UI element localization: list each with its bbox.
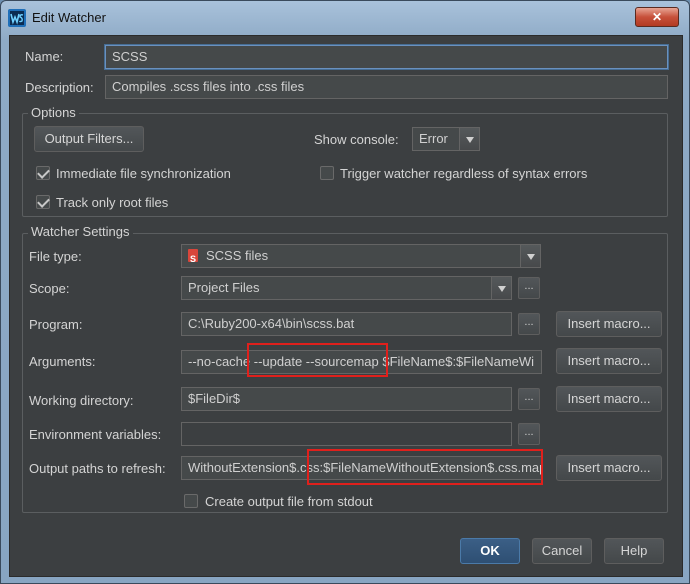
options-group-title: Options bbox=[28, 105, 79, 120]
scope-select[interactable]: Project Files bbox=[181, 276, 512, 300]
scope-browse-button[interactable]: ... bbox=[518, 277, 540, 299]
file-type-label: File type: bbox=[29, 249, 82, 264]
description-input[interactable]: Compiles .scss files into .css files bbox=[105, 75, 668, 99]
program-input[interactable]: C:\Ruby200-x64\bin\scss.bat bbox=[181, 312, 512, 336]
working-directory-label: Working directory: bbox=[29, 393, 134, 408]
output-filters-button[interactable]: Output Filters... bbox=[34, 126, 144, 152]
watcher-settings-group-title: Watcher Settings bbox=[28, 224, 133, 239]
cancel-button[interactable]: Cancel bbox=[532, 538, 592, 564]
arguments-input[interactable]: --no-cache --update --sourcemap $FileNam… bbox=[181, 350, 542, 374]
program-insert-macro-button[interactable]: Insert macro... bbox=[556, 311, 662, 337]
window-title: Edit Watcher bbox=[32, 10, 106, 25]
environment-variables-input[interactable] bbox=[181, 422, 512, 446]
show-console-select[interactable]: Error bbox=[412, 127, 480, 151]
trigger-watcher-label: Trigger watcher regardless of syntax err… bbox=[340, 166, 588, 181]
output-paths-input[interactable]: WithoutExtension$.css:$FileNameWithoutEx… bbox=[181, 456, 542, 480]
program-browse-button[interactable]: ... bbox=[518, 313, 540, 335]
chevron-down-icon[interactable] bbox=[491, 277, 511, 299]
title-bar[interactable]: Edit Watcher ✕ bbox=[1, 1, 689, 35]
scope-value: Project Files bbox=[188, 280, 260, 295]
ok-button[interactable]: OK bbox=[460, 538, 520, 564]
close-button[interactable]: ✕ bbox=[635, 7, 679, 27]
edit-watcher-window: Edit Watcher ✕ Name: SCSS Description: C… bbox=[0, 0, 690, 584]
immediate-sync-label: Immediate file synchronization bbox=[56, 166, 231, 181]
create-output-checkbox[interactable] bbox=[184, 494, 198, 508]
dialog-body: Name: SCSS Description: Compiles .scss f… bbox=[9, 35, 683, 577]
chevron-down-icon[interactable] bbox=[459, 128, 479, 150]
name-label: Name: bbox=[25, 49, 64, 64]
description-label: Description: bbox=[25, 80, 94, 95]
program-label: Program: bbox=[29, 317, 83, 332]
trigger-watcher-checkbox[interactable] bbox=[320, 166, 334, 180]
scope-label: Scope: bbox=[29, 281, 70, 296]
show-console-label: Show console: bbox=[314, 132, 399, 147]
immediate-sync-checkbox[interactable] bbox=[36, 166, 50, 180]
arguments-label: Arguments: bbox=[29, 354, 96, 369]
scss-file-icon bbox=[188, 248, 198, 270]
file-type-value: SCSS files bbox=[206, 248, 269, 263]
working-directory-browse-button[interactable]: ... bbox=[518, 388, 540, 410]
create-output-label: Create output file from stdout bbox=[205, 494, 373, 509]
webstorm-app-icon bbox=[8, 9, 26, 27]
file-type-select[interactable]: SCSS files bbox=[181, 244, 541, 270]
working-directory-insert-macro-button[interactable]: Insert macro... bbox=[556, 386, 662, 412]
arguments-insert-macro-button[interactable]: Insert macro... bbox=[556, 348, 662, 374]
chevron-down-icon[interactable] bbox=[520, 245, 540, 267]
track-root-label: Track only root files bbox=[56, 195, 169, 210]
help-button[interactable]: Help bbox=[604, 538, 664, 564]
name-input[interactable]: SCSS bbox=[105, 45, 668, 69]
output-paths-insert-macro-button[interactable]: Insert macro... bbox=[556, 455, 662, 481]
working-directory-input[interactable]: $FileDir$ bbox=[181, 387, 512, 411]
output-paths-label: Output paths to refresh: bbox=[29, 461, 166, 476]
show-console-value: Error bbox=[419, 131, 448, 146]
environment-variables-label: Environment variables: bbox=[29, 427, 162, 442]
track-root-checkbox[interactable] bbox=[36, 195, 50, 209]
environment-variables-browse-button[interactable]: ... bbox=[518, 423, 540, 445]
